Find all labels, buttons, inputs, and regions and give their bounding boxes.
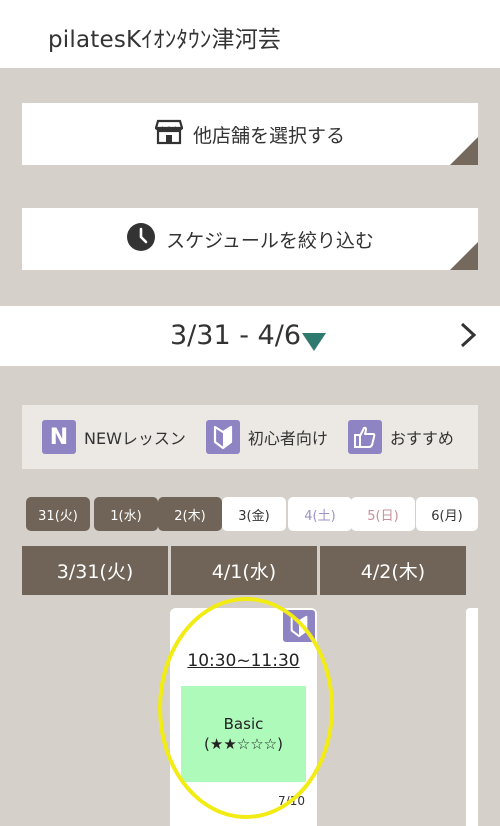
- day-tab-31[interactable]: 31(火): [26, 497, 90, 531]
- beginner-icon: [283, 610, 315, 642]
- chevron-right-icon[interactable]: [458, 320, 480, 354]
- select-other-store-label: 他店舗を選択する: [192, 124, 345, 147]
- lesson-info[interactable]: Basic (★★☆☆☆): [181, 686, 306, 782]
- day-tab-5[interactable]: 5(日): [351, 497, 415, 531]
- week-range: 3/31 - 4/6: [170, 320, 301, 351]
- column-header-3-31: 3/31(火): [22, 546, 168, 595]
- day-tab-4[interactable]: 4(土): [288, 497, 352, 531]
- legend-label: NEWレッスン: [84, 429, 186, 448]
- next-column-card-edge: [466, 608, 478, 826]
- lesson-name: Basic: [223, 715, 264, 733]
- button-corner-decoration: [450, 137, 478, 165]
- legend-beginner: 初心者向け: [205, 420, 328, 454]
- week-selector[interactable]: 3/31 - 4/6: [0, 306, 500, 366]
- lesson-time[interactable]: 10:30~11:30: [170, 651, 317, 671]
- lesson-capacity: 7/10: [278, 794, 305, 808]
- header: pilatesKｲｵﾝﾀｳﾝ津河芸: [0, 0, 500, 68]
- legend-new-lesson: N NEWレッスン: [42, 420, 186, 454]
- lesson-difficulty: (★★☆☆☆): [204, 735, 283, 753]
- filter-schedule-button[interactable]: スケジュールを絞り込む: [22, 208, 478, 270]
- store-icon: [154, 119, 184, 150]
- legend-recommended: おすすめ: [347, 420, 454, 454]
- legend-label: おすすめ: [389, 429, 454, 448]
- legend-label: 初心者向け: [247, 429, 328, 448]
- day-tab-2[interactable]: 2(木): [158, 497, 222, 531]
- new-lesson-icon: N: [42, 420, 76, 454]
- studio-title: pilatesKｲｵﾝﾀｳﾝ津河芸: [48, 27, 282, 53]
- clock-icon: [126, 222, 156, 257]
- column-header-4-2: 4/2(木): [320, 546, 466, 595]
- filter-schedule-label: スケジュールを絞り込む: [166, 229, 374, 252]
- thumbs-up-icon: [347, 420, 382, 454]
- select-other-store-button[interactable]: 他店舗を選択する: [22, 103, 478, 165]
- lesson-card[interactable]: 10:30~11:30 Basic (★★☆☆☆) 7/10: [170, 608, 317, 826]
- day-tab-6[interactable]: 6(月): [416, 497, 478, 531]
- beginner-icon: [205, 420, 240, 454]
- day-tab-1[interactable]: 1(水): [94, 497, 158, 531]
- lesson-legend: N NEWレッスン 初心者向け おすすめ: [22, 405, 478, 469]
- day-tab-3[interactable]: 3(金): [222, 497, 286, 531]
- caret-down-icon[interactable]: [302, 333, 326, 351]
- button-corner-decoration: [450, 242, 478, 270]
- column-header-4-1: 4/1(水): [171, 546, 317, 595]
